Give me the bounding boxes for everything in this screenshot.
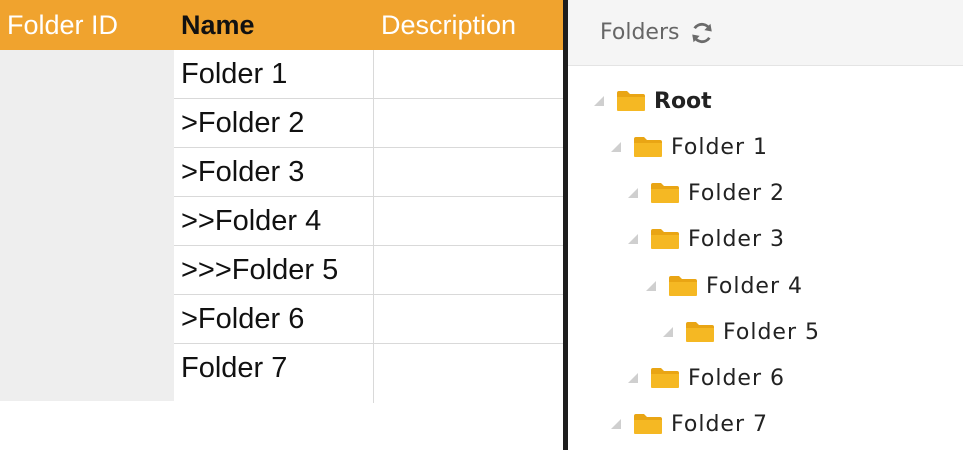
- tree-node-label: Folder 6: [688, 365, 785, 391]
- tree-node-folder-5[interactable]: Folder 5: [663, 317, 820, 347]
- header-name[interactable]: Name: [174, 0, 374, 50]
- caret-expanded-icon[interactable]: [646, 281, 656, 291]
- tree-node-folder-3[interactable]: Folder 3: [628, 224, 785, 254]
- description-cell[interactable]: [374, 246, 565, 294]
- spreadsheet: Folder ID Name Description Folder 1 >Fol…: [0, 0, 565, 450]
- tree-node-label: Root: [654, 88, 712, 114]
- name-cell[interactable]: Folder 1: [174, 50, 374, 98]
- name-cell[interactable]: >Folder 3: [174, 148, 374, 196]
- tree-node-folder-1[interactable]: Folder 1: [611, 132, 768, 162]
- caret-expanded-icon[interactable]: [628, 373, 638, 383]
- folders-panel: Folders Root Folder 1 Folder 2 Folder 3 …: [568, 0, 963, 450]
- table-row: Folder 7: [174, 344, 565, 393]
- tree-node-folder-7[interactable]: Folder 7: [611, 409, 768, 439]
- header-folder-id[interactable]: Folder ID: [0, 0, 174, 50]
- caret-expanded-icon[interactable]: [663, 327, 673, 337]
- tree-node-folder-6[interactable]: Folder 6: [628, 363, 785, 393]
- folder-icon: [651, 229, 679, 249]
- name-cell[interactable]: >Folder 2: [174, 99, 374, 147]
- folder-id-column[interactable]: [0, 50, 174, 401]
- name-cell[interactable]: >>Folder 4: [174, 197, 374, 245]
- folder-tree: Root Folder 1 Folder 2 Folder 3 Folder 4: [568, 0, 963, 450]
- tree-node-root[interactable]: Root: [594, 86, 712, 116]
- tree-node-label: Folder 3: [688, 226, 785, 252]
- tree-node-label: Folder 4: [706, 273, 803, 299]
- tree-node-label: Folder 2: [688, 180, 785, 206]
- description-cell[interactable]: [374, 295, 565, 343]
- description-cell[interactable]: [374, 99, 565, 147]
- table-row: Folder 1: [174, 50, 565, 99]
- table-row: >Folder 2: [174, 99, 565, 148]
- name-cell[interactable]: >Folder 6: [174, 295, 374, 343]
- caret-expanded-icon[interactable]: [628, 234, 638, 244]
- table-row: >Folder 3: [174, 148, 565, 197]
- caret-expanded-icon[interactable]: [628, 188, 638, 198]
- gridline: [373, 393, 374, 403]
- tree-node-label: Folder 7: [671, 411, 768, 437]
- tree-node-label: Folder 5: [723, 319, 820, 345]
- sheet-rows: Folder 1 >Folder 2 >Folder 3 >>Folder 4 …: [174, 50, 565, 393]
- name-cell[interactable]: >>>Folder 5: [174, 246, 374, 294]
- folder-icon: [686, 322, 714, 342]
- folder-icon: [634, 137, 662, 157]
- tree-node-label: Folder 1: [671, 134, 768, 160]
- description-cell[interactable]: [374, 148, 565, 196]
- tree-node-folder-2[interactable]: Folder 2: [628, 178, 785, 208]
- description-cell[interactable]: [374, 197, 565, 245]
- table-row: >>Folder 4: [174, 197, 565, 246]
- folder-icon: [651, 183, 679, 203]
- header-description[interactable]: Description: [374, 0, 565, 50]
- name-cell[interactable]: Folder 7: [174, 344, 374, 393]
- folder-icon: [669, 276, 697, 296]
- description-cell[interactable]: [374, 344, 565, 393]
- caret-expanded-icon[interactable]: [611, 419, 621, 429]
- folder-icon: [617, 91, 645, 111]
- folder-icon: [634, 414, 662, 434]
- tree-node-folder-4[interactable]: Folder 4: [646, 271, 803, 301]
- folder-icon: [651, 368, 679, 388]
- description-cell[interactable]: [374, 50, 565, 98]
- table-row: >Folder 6: [174, 295, 565, 344]
- caret-expanded-icon[interactable]: [594, 96, 604, 106]
- sheet-header-row: Folder ID Name Description: [0, 0, 565, 50]
- caret-expanded-icon[interactable]: [611, 142, 621, 152]
- table-row: >>>Folder 5: [174, 246, 565, 295]
